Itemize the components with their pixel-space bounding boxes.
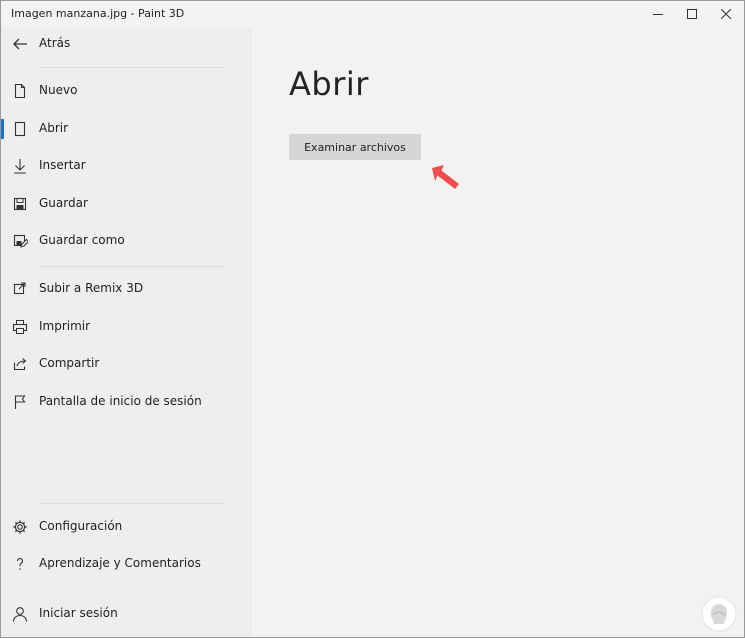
sidebar-item-label: Aprendizaje y Comentarios xyxy=(39,556,201,570)
sidebar-item-guardar[interactable]: Guardar xyxy=(1,187,251,221)
active-indicator xyxy=(1,119,4,139)
window-title: Imagen manzana.jpg - Paint 3D xyxy=(11,7,185,20)
sidebar-item-label: Configuración xyxy=(39,519,123,533)
insert-icon xyxy=(12,158,28,174)
save-icon xyxy=(12,196,28,212)
gear-icon xyxy=(12,519,28,535)
sidebar-item-pantalla-inicio[interactable]: Pantalla de inicio de sesión xyxy=(1,385,251,419)
share-icon xyxy=(12,356,28,372)
divider xyxy=(39,67,225,68)
sidebar-item-label: Guardar como xyxy=(39,233,125,247)
sidebar-item-label: Abrir xyxy=(39,121,69,135)
sidebar-item-guardar-como[interactable]: Guardar como xyxy=(1,224,251,258)
sidebar-item-label: Insertar xyxy=(39,158,86,172)
page-title: Abrir xyxy=(289,65,369,103)
new-file-icon xyxy=(12,83,28,99)
browse-files-button[interactable]: Examinar archivos xyxy=(289,134,421,160)
sidebar-item-aprendizaje[interactable]: Aprendizaje y Comentarios xyxy=(1,547,251,581)
back-button[interactable]: Atrás xyxy=(1,27,251,61)
maximize-button[interactable] xyxy=(675,1,709,27)
close-icon xyxy=(721,9,731,19)
sidebar-item-imprimir[interactable]: Imprimir xyxy=(1,310,251,344)
minimize-button[interactable] xyxy=(641,1,675,27)
sidebar-item-label: Imprimir xyxy=(39,319,91,333)
open-icon xyxy=(12,121,28,137)
person-icon xyxy=(12,606,28,622)
pointer-arrow-icon xyxy=(432,165,459,189)
divider xyxy=(39,266,225,267)
sidebar-item-label: Guardar xyxy=(39,196,88,210)
sidebar-item-insertar[interactable]: Insertar xyxy=(1,149,251,183)
sidebar-item-subir-remix[interactable]: Subir a Remix 3D xyxy=(1,272,251,306)
sidebar-item-label: Pantalla de inicio de sesión xyxy=(39,394,202,408)
watermark-logo-icon xyxy=(701,596,737,632)
save-as-icon xyxy=(12,233,28,249)
sidebar-item-compartir[interactable]: Compartir xyxy=(1,347,251,381)
back-label: Atrás xyxy=(39,36,71,50)
minimize-icon xyxy=(653,14,663,15)
question-icon xyxy=(12,556,28,572)
sidebar-item-nuevo[interactable]: Nuevo xyxy=(1,74,251,108)
app-window: Imagen manzana.jpg - Paint 3D Atrás Nuev… xyxy=(0,0,745,638)
sidebar: Atrás Nuevo Abrir Insertar Guardar Guard… xyxy=(1,27,251,637)
back-arrow-icon xyxy=(12,36,28,52)
sidebar-item-label: Nuevo xyxy=(39,83,78,97)
divider xyxy=(39,503,225,504)
sidebar-item-configuracion[interactable]: Configuración xyxy=(1,510,251,544)
sidebar-item-label: Subir a Remix 3D xyxy=(39,281,144,295)
print-icon xyxy=(12,319,28,335)
title-bar: Imagen manzana.jpg - Paint 3D xyxy=(1,1,744,27)
maximize-icon xyxy=(687,9,697,19)
sidebar-item-iniciar-sesion[interactable]: Iniciar sesión xyxy=(1,597,251,631)
close-button[interactable] xyxy=(709,1,743,27)
sidebar-item-label: Compartir xyxy=(39,356,100,370)
upload-icon xyxy=(12,281,28,297)
main-panel: Abrir Examinar archivos xyxy=(252,27,744,637)
sidebar-item-label: Iniciar sesión xyxy=(39,606,118,620)
sidebar-item-abrir[interactable]: Abrir xyxy=(1,112,251,146)
flag-icon xyxy=(12,394,28,410)
